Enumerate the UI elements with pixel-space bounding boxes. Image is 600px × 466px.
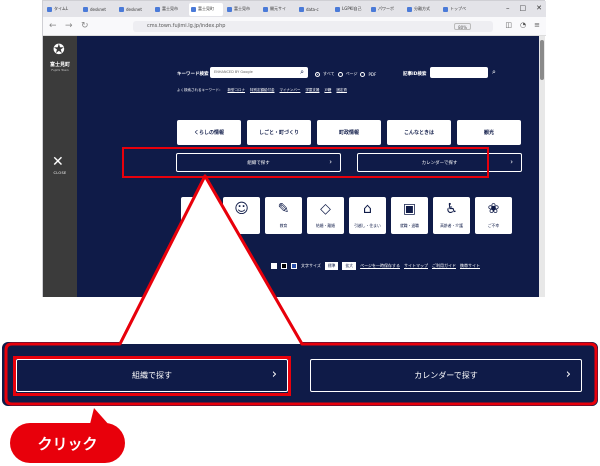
highlight-org-button — [13, 356, 291, 396]
zoom-callout-outline — [4, 174, 598, 432]
click-callout: クリック — [10, 423, 125, 463]
